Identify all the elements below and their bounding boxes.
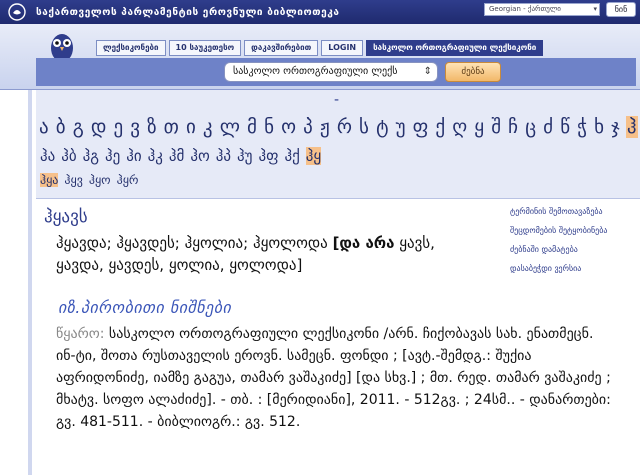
side-links: ტერმინის შემოთავაზება შეცდომების შეტყობი…	[510, 206, 636, 282]
tab-login[interactable]: LOGIN	[321, 40, 364, 56]
sub2-letter-row: ჰყა ჰყვ ჰყო ჰყრ	[40, 173, 138, 187]
alphabet-letter-19[interactable]: უ	[395, 116, 407, 138]
alphabet-letter-15[interactable]: ჟ	[319, 116, 331, 138]
sub-letter-7[interactable]: ჰო	[190, 147, 209, 165]
tab-dictionaries[interactable]: ლექსიკონები	[96, 40, 166, 56]
alphabet-letter-25[interactable]: ჩ	[507, 116, 519, 138]
sub-letter-11[interactable]: ჰქ	[284, 147, 299, 165]
alphabet-letter-5[interactable]: ვ	[129, 116, 141, 138]
sub2-letter-2[interactable]: ჰყო	[89, 173, 111, 187]
alphabet-letter-8[interactable]: ი	[185, 116, 197, 138]
sub2-letter-0[interactable]: ჰყა	[40, 173, 59, 187]
side-link-print-version[interactable]: დასაბეჭდი ვერსია	[510, 263, 636, 274]
divider	[36, 198, 640, 199]
alphabet-letter-16[interactable]: რ	[336, 116, 353, 138]
search-button[interactable]: ძებნა	[445, 62, 501, 82]
alphabet-letter-26[interactable]: ც	[524, 116, 537, 138]
alphabet-letter-30[interactable]: ხ	[593, 116, 605, 138]
help-button[interactable]: ნინ	[606, 2, 636, 17]
alphabet-letter-4[interactable]: ე	[112, 116, 124, 138]
abbreviations-link[interactable]: იზ.პირობითი ნიშნები	[58, 298, 231, 317]
alphabet-letter-13[interactable]: ო	[280, 116, 297, 138]
entry-headword: ჰყავს	[44, 207, 88, 227]
alphabet-dash[interactable]: -	[334, 92, 339, 108]
tab-school-dictionary[interactable]: სასკოლო ორთოგრაფიული ლექსიკონი	[366, 40, 544, 56]
alphabet-letter-1[interactable]: ბ	[55, 116, 67, 138]
nav-tabs: ლექსიკონები 10 საუკეთესო დაკავშირებით LO…	[96, 40, 544, 56]
sub-letter-6[interactable]: ჰმ	[169, 147, 184, 165]
alphabet-letter-32[interactable]: ჰ	[625, 116, 638, 138]
site-title: საქართველოს პარლამენტის ეროვნული ბიბლიოთ…	[36, 6, 340, 18]
alphabet-letter-29[interactable]: ჭ	[576, 116, 588, 138]
sub2-letter-1[interactable]: ჰყვ	[64, 173, 82, 187]
alphabet-letter-31[interactable]: ჯ	[610, 116, 621, 138]
alphabet-letter-28[interactable]: წ	[559, 116, 571, 138]
alphabet-letter-27[interactable]: ძ	[542, 116, 554, 138]
sub2-letter-3[interactable]: ჰყრ	[117, 173, 139, 187]
alphabet-letter-0[interactable]: ა	[38, 116, 50, 138]
alphabet-letter-11[interactable]: მ	[246, 116, 258, 138]
alphabet-letter-3[interactable]: დ	[90, 116, 108, 138]
source-label: წყარო:	[56, 326, 105, 342]
left-border	[28, 90, 32, 475]
side-link-report-error[interactable]: შეცდომების შეტყობინება	[510, 225, 636, 236]
alphabet-letter-17[interactable]: ს	[358, 116, 370, 138]
alphabet-letter-24[interactable]: შ	[490, 116, 502, 138]
tab-contact[interactable]: დაკავშირებით	[244, 40, 319, 56]
alphabet-letter-6[interactable]: ზ	[146, 116, 158, 138]
alphabet-letter-9[interactable]: კ	[202, 116, 214, 138]
tab-top-10[interactable]: 10 საუკეთესო	[168, 40, 242, 56]
sub-letter-5[interactable]: ჰკ	[148, 147, 163, 165]
sub-letter-0[interactable]: ჰა	[40, 147, 55, 165]
entry-forms: ჰყავდა; ჰყავდეს; ჰყოლია; ჰყოლოდა [და არა…	[56, 234, 435, 274]
sub-letter-12[interactable]: ჰყ	[305, 147, 322, 165]
dictionary-select[interactable]: სასკოლო ორთოგრაფიული ლექს ⇕	[224, 62, 438, 82]
alphabet-letter-2[interactable]: გ	[72, 116, 85, 138]
alphabet-letter-7[interactable]: თ	[163, 116, 180, 138]
sub-letter-3[interactable]: ჰე	[105, 147, 120, 165]
side-link-add-search[interactable]: ძებნაში დამატება	[510, 244, 636, 255]
sub-letter-9[interactable]: ჰუ	[237, 147, 252, 165]
library-logo-icon	[6, 1, 28, 23]
sub-letter-2[interactable]: ჰგ	[83, 147, 99, 165]
chevron-down-icon: ▾	[593, 5, 597, 13]
sub-letter-8[interactable]: ჰპ	[216, 147, 231, 165]
sub-letter-4[interactable]: ჰი	[126, 147, 141, 165]
alphabet-letter-12[interactable]: ნ	[263, 116, 275, 138]
side-link-suggest-term[interactable]: ტერმინის შემოთავაზება	[510, 206, 636, 217]
sub-letter-1[interactable]: ჰბ	[61, 147, 76, 165]
alphabet-letter-20[interactable]: ფ	[412, 116, 430, 138]
source-text: წყარო: სასკოლო ორთოგრაფიული ლექსიკონი /ა…	[56, 326, 611, 430]
select-arrows-icon: ⇕	[423, 66, 432, 77]
alphabet-row: აბგდევზთიკლმნოპჟრსტუფქღყშჩცძწჭხჯჰ	[38, 116, 638, 138]
alphabet-letter-10[interactable]: ლ	[219, 116, 241, 138]
alphabet-letter-18[interactable]: ტ	[375, 116, 389, 138]
sub-letter-10[interactable]: ჰფ	[258, 147, 278, 165]
language-select[interactable]: Georgian - ქართული ▾	[484, 3, 600, 16]
alphabet-letter-21[interactable]: ქ	[434, 116, 446, 138]
alphabet-letter-23[interactable]: ყ	[473, 116, 485, 138]
sub-letter-row: ჰა ჰბ ჰგ ჰე ჰი ჰკ ჰმ ჰო ჰპ ჰუ ჰფ ჰქ ჰყ	[40, 147, 322, 165]
alphabet-letter-22[interactable]: ღ	[451, 116, 468, 138]
alphabet-letter-14[interactable]: პ	[302, 116, 314, 138]
